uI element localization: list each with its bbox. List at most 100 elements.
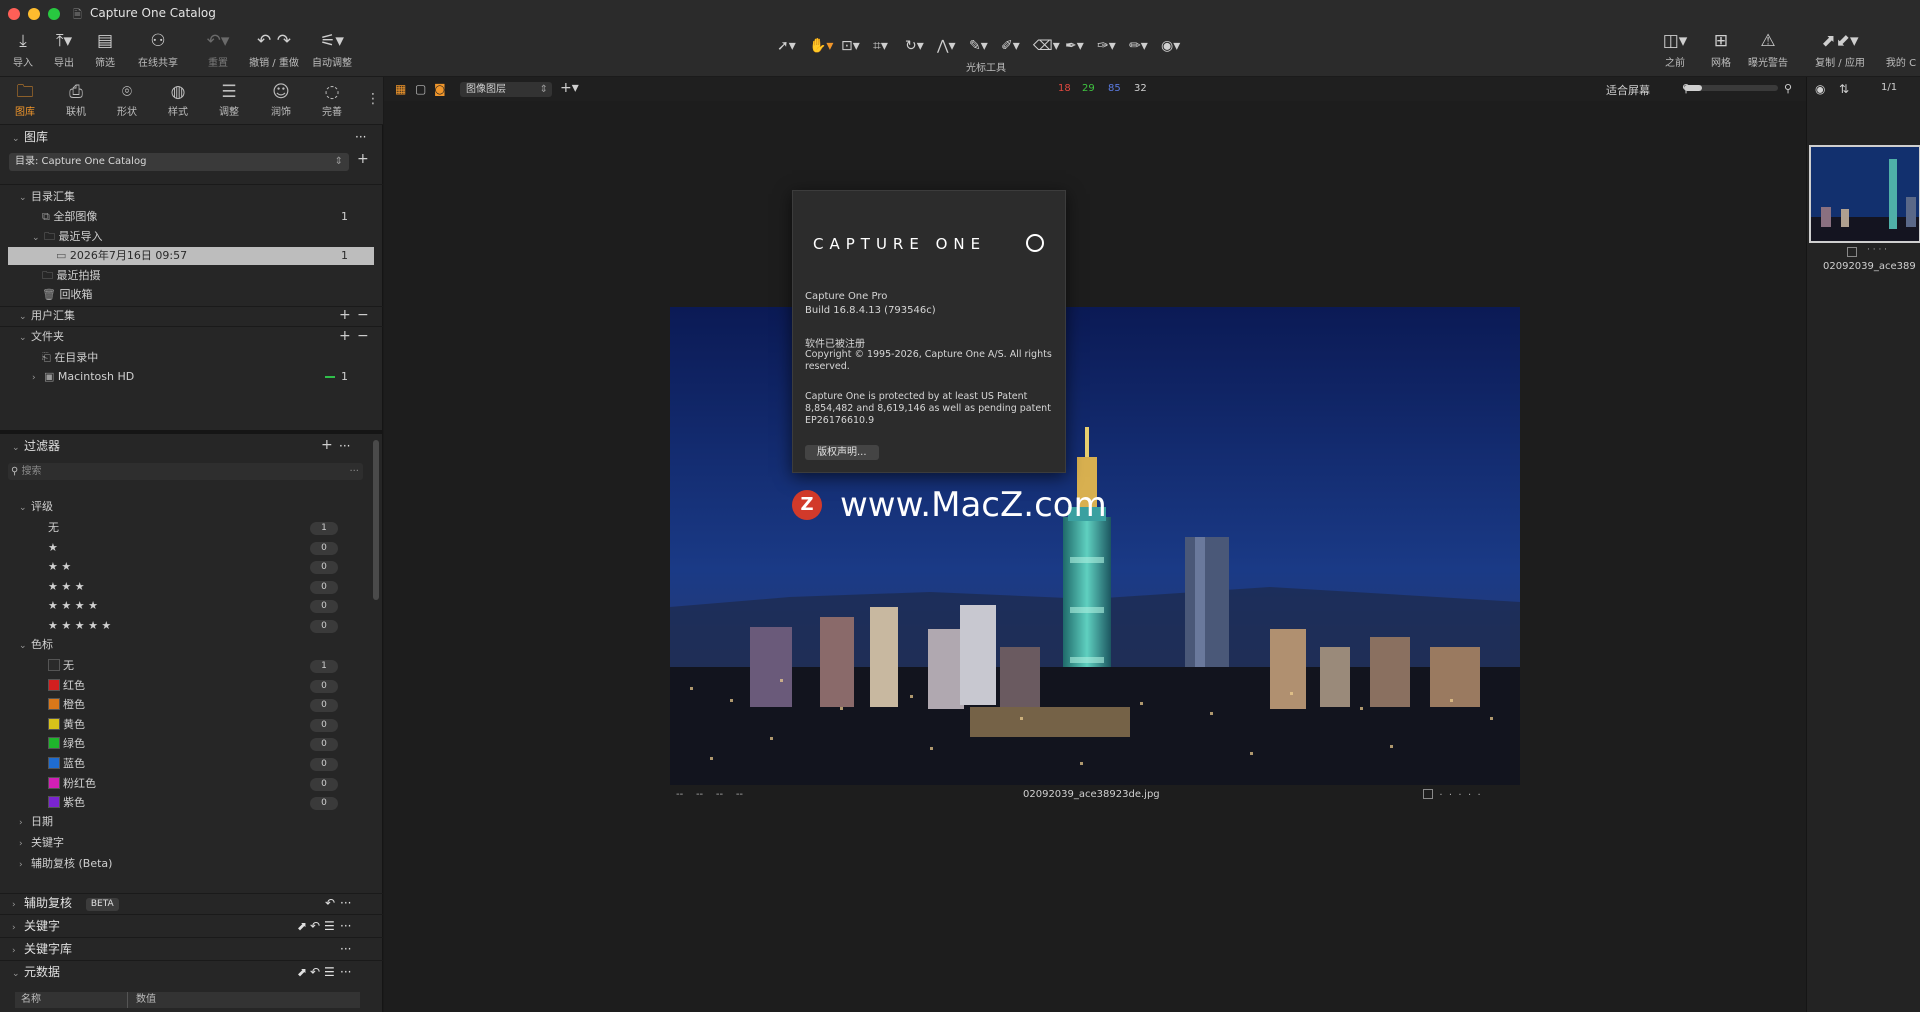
keystone-tool-icon[interactable]: ⋀▾ xyxy=(937,37,956,55)
pan-tool-icon[interactable]: ✋▾ xyxy=(809,37,833,55)
more-tabs-icon[interactable]: ⋮ xyxy=(366,91,380,107)
license-button[interactable]: 版权声明... xyxy=(805,445,879,460)
more-icon[interactable]: ··· xyxy=(340,917,351,935)
tab-shape[interactable]: ⌾ 形状 xyxy=(104,81,150,118)
tab-library[interactable]: 🗀 图库 xyxy=(2,81,48,118)
color-tag-filter-row[interactable]: 粉红色 0 xyxy=(0,775,383,793)
select-tool-icon[interactable]: ➚▾ xyxy=(777,37,796,55)
add-catalog-button[interactable]: + xyxy=(357,151,369,167)
filters-header[interactable]: ⌄ 过滤器 + ··· xyxy=(0,437,383,455)
remove-folder-button[interactable]: − xyxy=(357,327,369,345)
color-tag-filter-row[interactable]: 蓝色 0 xyxy=(0,755,383,773)
rating-filter-row[interactable]: ★ ★ ★ ★ 0 xyxy=(0,597,383,615)
more-icon[interactable]: ··· xyxy=(340,894,351,912)
tab-style[interactable]: ◍ 样式 xyxy=(155,81,201,118)
filter-button[interactable]: ▤ 筛选 xyxy=(88,31,122,69)
macintosh-hd-item[interactable]: › ▣ Macintosh HD 1 xyxy=(0,368,383,386)
more-icon[interactable]: ··· xyxy=(340,963,351,981)
keywords-panel[interactable]: › 关键字 ⬈ ↶ ☰ ··· xyxy=(0,917,383,935)
reset-button[interactable]: ↶▾ 重置 xyxy=(198,31,238,69)
export-button[interactable]: ⤒▾ 导出 xyxy=(44,31,84,69)
reset-icon[interactable]: ↶ xyxy=(310,963,320,981)
tab-capture[interactable]: ⎙ 联机 xyxy=(53,81,99,118)
minimize-window-button[interactable] xyxy=(28,8,40,20)
crop-tool-icon[interactable]: ⌗▾ xyxy=(873,37,888,55)
thumbnail-rating[interactable]: · · · · xyxy=(1867,245,1887,255)
metadata-panel[interactable]: ⌄ 元数据 ⬈ ↶ ☰ ··· xyxy=(0,963,383,981)
copy-apply-icon[interactable]: ⬈ xyxy=(297,963,307,981)
in-catalog-item[interactable]: ⎗ 在目录中 xyxy=(0,349,383,367)
grid-button[interactable]: ⊞ 网格 xyxy=(1704,31,1738,69)
more-icon[interactable]: ··· xyxy=(339,437,350,455)
fit-screen-label[interactable]: 适合屏幕 xyxy=(1606,82,1650,98)
tab-adjust[interactable]: ☰ 调整 xyxy=(206,81,252,118)
add-collection-button[interactable]: + xyxy=(339,306,351,324)
rating-filter-row[interactable]: ★ ★ ★ ★ ★ 0 xyxy=(0,617,383,635)
import-date-item[interactable]: ▭ 2026年7月16日 09:57 1 xyxy=(8,247,374,265)
color-tag-header[interactable]: ⌄ 色标 xyxy=(0,636,383,654)
thumbnail[interactable] xyxy=(1809,145,1920,243)
date-filter[interactable]: › 日期 xyxy=(0,813,383,831)
user-collections-header[interactable]: ⌄ 用户汇集 + − xyxy=(0,307,383,325)
annotate-tool-icon[interactable]: ✏▾ xyxy=(1129,37,1148,55)
loupe-tool-icon[interactable]: ⊡▾ xyxy=(841,37,860,55)
single-view-icon[interactable]: ▢ xyxy=(415,82,426,96)
remove-collection-button[interactable]: − xyxy=(357,306,369,324)
add-folder-button[interactable]: + xyxy=(339,327,351,345)
tab-refine[interactable]: ◌ 完善 xyxy=(309,81,355,118)
rating-filter-row[interactable]: ★ ★ 0 xyxy=(0,558,383,576)
recent-captures-item[interactable]: 🗀 最近拍摄 xyxy=(0,267,383,285)
reset-icon[interactable]: ↶ xyxy=(310,917,320,935)
rating-filter-row[interactable]: 无1 xyxy=(0,519,383,537)
zoom-in-icon[interactable]: ⚲ xyxy=(1784,82,1792,95)
my-button[interactable]: 我的 C xyxy=(1882,31,1920,69)
color-tag-filter-row[interactable]: 无1 xyxy=(0,657,383,675)
catalog-select[interactable]: 目录: Capture One Catalog ⇕ xyxy=(9,153,349,171)
copy-apply-icon[interactable]: ⬈ xyxy=(297,917,307,935)
layer-select[interactable]: 图像图层 ⇕ xyxy=(460,82,552,97)
more-icon[interactable]: ··· xyxy=(340,940,351,958)
eraser-tool-icon[interactable]: ⌫▾ xyxy=(1033,37,1060,55)
color-picker-icon[interactable]: ◉▾ xyxy=(1161,37,1180,55)
all-images-item[interactable]: ⧉ 全部图像 1 xyxy=(0,208,383,226)
image-rating[interactable]: · · · · · xyxy=(1423,789,1481,801)
assisted-review-panel[interactable]: › 辅助复核 BETA ↶ ··· xyxy=(0,894,383,912)
share-button[interactable]: ⚇ 在线共享 xyxy=(134,31,182,69)
undo-redo-button[interactable]: ↶ ↷ 撤销 / 重做 xyxy=(246,31,302,69)
spot-removal-icon[interactable]: ✎▾ xyxy=(969,37,988,55)
color-tag-box[interactable] xyxy=(1423,789,1433,799)
color-tag-filter-row[interactable]: 黄色 0 xyxy=(0,716,383,734)
add-layer-button[interactable]: +▾ xyxy=(560,80,579,96)
reset-icon[interactable]: ↶ xyxy=(325,894,335,912)
library-header[interactable]: ⌄ 图库 ··· xyxy=(0,128,383,146)
tab-retouch[interactable]: ☺ 润饰 xyxy=(258,81,304,118)
assisted-review-filter[interactable]: › 辅助复核 (Beta) xyxy=(0,855,383,873)
rating-filter-row[interactable]: ★ ★ ★ 0 xyxy=(0,578,383,596)
close-window-button[interactable] xyxy=(8,8,20,20)
recent-imports-item[interactable]: ⌄ 🗀 最近导入 xyxy=(0,228,383,246)
color-tag-filter-row[interactable]: 紫色 0 xyxy=(0,794,383,812)
rotate-tool-icon[interactable]: ↻▾ xyxy=(905,37,924,55)
picker-tool-icon[interactable]: ✑▾ xyxy=(1097,37,1116,55)
rating-header[interactable]: ⌄ 评级 xyxy=(0,498,383,516)
zoom-window-button[interactable] xyxy=(48,8,60,20)
list-icon[interactable]: ☰ xyxy=(324,917,335,935)
more-icon[interactable]: ··· xyxy=(355,128,366,146)
multi-view-icon[interactable]: ▦ xyxy=(395,82,406,96)
list-icon[interactable]: ☰ xyxy=(324,963,335,981)
thumbnail-color-tag[interactable] xyxy=(1847,247,1857,257)
preview-icon[interactable]: ◙ xyxy=(434,82,446,96)
catalog-collections-header[interactable]: ⌄ 目录汇集 xyxy=(0,188,383,206)
copy-apply-button[interactable]: ⬈⬋▾ 复制 / 应用 xyxy=(1810,31,1870,69)
sort-icon[interactable]: ⇅ xyxy=(1839,82,1849,96)
gradient-tool-icon[interactable]: ✒▾ xyxy=(1065,37,1084,55)
more-icon[interactable]: ··· xyxy=(349,463,359,480)
add-filter-button[interactable]: + xyxy=(321,436,333,454)
zoom-slider[interactable] xyxy=(1684,85,1778,91)
eye-icon[interactable]: ◉ xyxy=(1815,82,1825,96)
brush-tool-icon[interactable]: ✐▾ xyxy=(1001,37,1020,55)
color-tag-filter-row[interactable]: 绿色 0 xyxy=(0,735,383,753)
exposure-warning-button[interactable]: ⚠ 曝光警告 xyxy=(1744,31,1792,69)
color-tag-filter-row[interactable]: 橙色 0 xyxy=(0,696,383,714)
import-button[interactable]: ⤓ 导入 xyxy=(6,31,40,69)
